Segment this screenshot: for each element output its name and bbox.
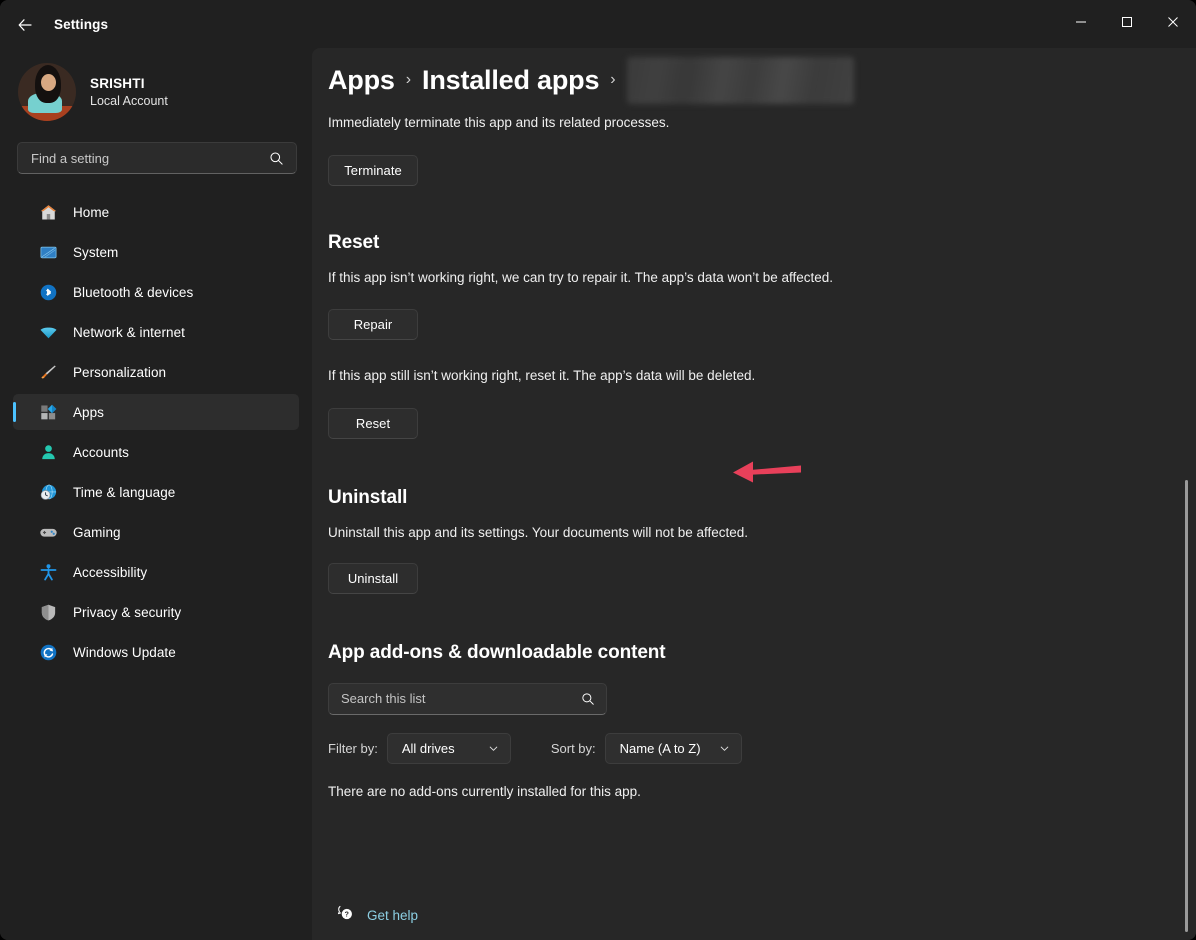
clock-globe-icon bbox=[37, 481, 59, 503]
navigation-list: Home System bbox=[13, 194, 299, 674]
sort-by-value: Name (A to Z) bbox=[620, 741, 701, 756]
sidebar-item-accounts[interactable]: Accounts bbox=[13, 434, 299, 470]
settings-search-box[interactable] bbox=[17, 142, 297, 174]
sidebar-item-gaming[interactable]: Gaming bbox=[13, 514, 299, 550]
uninstall-heading: Uninstall bbox=[328, 487, 1166, 509]
avatar bbox=[18, 63, 76, 121]
sidebar-item-apps[interactable]: Apps bbox=[13, 394, 299, 430]
maximize-icon bbox=[1121, 15, 1133, 33]
system-icon bbox=[37, 241, 59, 263]
addons-heading: App add-ons & downloadable content bbox=[328, 642, 1166, 664]
scrollbar-thumb[interactable] bbox=[1185, 480, 1188, 932]
close-button[interactable] bbox=[1150, 0, 1196, 48]
sidebar-item-privacy-security[interactable]: Privacy & security bbox=[13, 594, 299, 630]
sidebar-item-label: Apps bbox=[73, 405, 104, 420]
sidebar-item-accessibility[interactable]: Accessibility bbox=[13, 554, 299, 590]
addons-search-input[interactable] bbox=[329, 691, 581, 706]
sidebar-item-label: System bbox=[73, 245, 118, 260]
search-input[interactable] bbox=[18, 151, 269, 166]
uninstall-button[interactable]: Uninstall bbox=[328, 563, 418, 594]
minimize-button[interactable] bbox=[1058, 0, 1104, 48]
sidebar-item-label: Privacy & security bbox=[73, 605, 181, 620]
title-bar: Settings bbox=[0, 0, 1196, 48]
filter-by-dropdown[interactable]: All drives bbox=[387, 733, 511, 764]
settings-detail-pane: Apps › Installed apps › Immediately term… bbox=[312, 48, 1196, 893]
breadcrumb-apps[interactable]: Apps bbox=[328, 65, 395, 96]
maximize-button[interactable] bbox=[1104, 0, 1150, 48]
back-arrow-icon bbox=[17, 17, 33, 33]
terminate-button[interactable]: Terminate bbox=[328, 155, 418, 186]
chevron-down-icon bbox=[719, 743, 730, 754]
search-icon bbox=[581, 692, 606, 706]
search-icon bbox=[269, 151, 296, 166]
sidebar-item-label: Accessibility bbox=[73, 565, 147, 580]
addons-search-box[interactable] bbox=[328, 683, 607, 715]
uninstall-description: Uninstall this app and its settings. You… bbox=[328, 523, 888, 543]
sidebar-item-label: Windows Update bbox=[73, 645, 176, 660]
help-question-icon: ? bbox=[336, 903, 355, 927]
addons-empty-message: There are no add-ons currently installed… bbox=[328, 784, 1166, 799]
breadcrumb-separator: › bbox=[405, 71, 412, 89]
sidebar-item-windows-update[interactable]: Windows Update bbox=[13, 634, 299, 670]
shield-icon bbox=[37, 601, 59, 623]
account-person-icon bbox=[37, 441, 59, 463]
settings-window: Settings bbox=[0, 0, 1196, 940]
apps-icon bbox=[37, 401, 59, 423]
sidebar-item-home[interactable]: Home bbox=[13, 194, 299, 230]
windows-update-icon bbox=[37, 641, 59, 663]
sort-by-label: Sort by: bbox=[551, 741, 596, 756]
home-icon bbox=[37, 201, 59, 223]
sidebar-item-network-internet[interactable]: Network & internet bbox=[13, 314, 299, 350]
breadcrumb-separator: › bbox=[609, 71, 616, 89]
back-button[interactable] bbox=[10, 10, 40, 40]
window-controls bbox=[1058, 0, 1196, 48]
sidebar-item-label: Home bbox=[73, 205, 109, 220]
close-icon bbox=[1167, 15, 1179, 33]
chevron-down-icon bbox=[488, 743, 499, 754]
get-help-link[interactable]: ? Get help bbox=[328, 898, 426, 932]
sidebar-item-label: Personalization bbox=[73, 365, 166, 380]
sidebar-item-bluetooth-devices[interactable]: Bluetooth & devices bbox=[13, 274, 299, 310]
sidebar-item-time-language[interactable]: Time & language bbox=[13, 474, 299, 510]
filter-by-value: All drives bbox=[402, 741, 455, 756]
breadcrumb-current-app-redacted bbox=[627, 57, 854, 104]
sidebar-item-label: Accounts bbox=[73, 445, 129, 460]
breadcrumb-installed-apps[interactable]: Installed apps bbox=[422, 65, 599, 96]
bluetooth-icon bbox=[37, 281, 59, 303]
sidebar-item-personalization[interactable]: Personalization bbox=[13, 354, 299, 390]
network-wifi-icon bbox=[37, 321, 59, 343]
svg-text:?: ? bbox=[345, 912, 349, 919]
filter-by-label: Filter by: bbox=[328, 741, 378, 756]
terminate-description: Immediately terminate this app and its r… bbox=[328, 113, 888, 133]
accessibility-icon bbox=[37, 561, 59, 583]
sidebar-item-label: Network & internet bbox=[73, 325, 185, 340]
scrollbar-track[interactable] bbox=[1181, 48, 1193, 940]
reset-description: If this app still isn’t working right, r… bbox=[328, 366, 888, 386]
sort-by-dropdown[interactable]: Name (A to Z) bbox=[605, 733, 742, 764]
repair-button[interactable]: Repair bbox=[328, 309, 418, 340]
reset-heading: Reset bbox=[328, 232, 1166, 254]
main-content: Apps › Installed apps › Immediately term… bbox=[312, 48, 1196, 940]
profile-card[interactable]: SRISHTI Local Account bbox=[18, 56, 298, 128]
get-help-label: Get help bbox=[367, 908, 418, 923]
repair-description: If this app isn’t working right, we can … bbox=[328, 268, 888, 288]
gamepad-icon bbox=[37, 521, 59, 543]
sidebar-item-label: Time & language bbox=[73, 485, 175, 500]
profile-account-type: Local Account bbox=[90, 94, 168, 108]
sidebar: SRISHTI Local Account bbox=[0, 48, 312, 940]
sidebar-item-system[interactable]: System bbox=[13, 234, 299, 270]
sidebar-item-label: Gaming bbox=[73, 525, 121, 540]
sidebar-item-label: Bluetooth & devices bbox=[73, 285, 193, 300]
paintbrush-icon bbox=[37, 361, 59, 383]
profile-name: SRISHTI bbox=[90, 76, 168, 91]
minimize-icon bbox=[1075, 15, 1087, 33]
breadcrumb: Apps › Installed apps › bbox=[328, 52, 1166, 108]
window-title: Settings bbox=[54, 0, 108, 48]
filter-sort-row: Filter by: All drives Sort by: Name (A t… bbox=[328, 733, 1166, 764]
reset-button[interactable]: Reset bbox=[328, 408, 418, 439]
